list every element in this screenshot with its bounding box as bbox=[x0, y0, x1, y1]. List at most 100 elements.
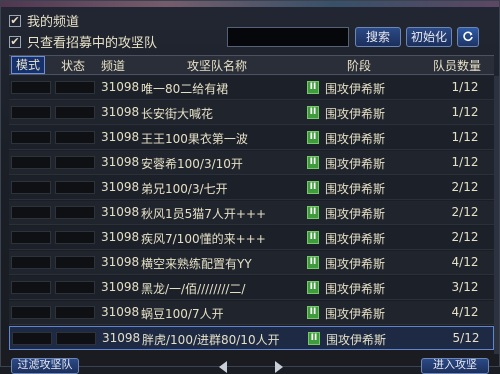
team-name-cell: 胖虎/100/进群80/10人开 bbox=[142, 333, 280, 347]
stage-tag-icon: II bbox=[307, 256, 319, 269]
table-row[interactable]: 31098 疾风7/100懂的来+++ II 围攻伊希斯 2/12 bbox=[9, 226, 494, 250]
mode-cell bbox=[11, 206, 51, 219]
stage-tag-icon: II bbox=[307, 231, 319, 244]
mode-cell bbox=[11, 81, 51, 94]
refresh-button[interactable] bbox=[457, 27, 479, 47]
my-channel-label: 我的频道 bbox=[27, 15, 80, 30]
status-cell bbox=[55, 281, 95, 294]
members-cell: 1/12 bbox=[451, 105, 479, 119]
checkmark-icon[interactable]: ✔ bbox=[9, 14, 21, 27]
join-team-button[interactable]: 进入攻坚 bbox=[421, 358, 489, 374]
channel-cell: 31098 bbox=[102, 331, 141, 345]
my-channel-filter[interactable]: ✔ 我的频道 bbox=[9, 11, 79, 30]
channel-cell: 31098 bbox=[101, 105, 140, 119]
stage-tag-icon: II bbox=[307, 156, 319, 169]
channel-cell: 31098 bbox=[101, 230, 140, 244]
table-header: 模式 状态 频道 攻坚队名称 阶段 队员数量 bbox=[9, 55, 494, 75]
members-cell: 3/12 bbox=[451, 280, 479, 294]
team-name-cell: 蜗豆100/7人开 bbox=[141, 307, 224, 321]
mode-cell bbox=[11, 256, 51, 269]
mode-cell bbox=[11, 131, 51, 144]
search-input[interactable] bbox=[227, 27, 349, 47]
column-header-members[interactable]: 队员数量 bbox=[433, 57, 481, 74]
stage-tag-icon: II bbox=[307, 206, 319, 219]
status-cell bbox=[55, 231, 95, 244]
recruiting-only-label: 只查看招募中的攻坚队 bbox=[27, 36, 158, 51]
stage-tag-icon: II bbox=[307, 131, 319, 144]
channel-cell: 31098 bbox=[101, 205, 140, 219]
table-row[interactable]: 31098 秋风1员5猫7人开+++ II 围攻伊希斯 2/12 bbox=[9, 201, 494, 225]
previous-page-icon[interactable] bbox=[219, 361, 227, 373]
members-cell: 1/12 bbox=[451, 130, 479, 144]
table-row[interactable]: 31098 安蓉希100/3/10开 II 围攻伊希斯 1/12 bbox=[9, 151, 494, 175]
team-name-cell: 横空来熟练配置有YY bbox=[141, 257, 252, 271]
channel-cell: 31098 bbox=[101, 80, 140, 94]
recruiting-only-filter[interactable]: ✔ 只查看招募中的攻坚队 bbox=[9, 32, 157, 51]
mode-cell bbox=[11, 306, 51, 319]
column-header-mode[interactable]: 模式 bbox=[11, 56, 46, 74]
initialize-button[interactable]: 初始化 bbox=[406, 27, 452, 47]
team-name-cell: 长安街大喊花 bbox=[141, 107, 214, 121]
window-title-bar bbox=[1, 1, 499, 7]
table-row[interactable]: 31098 王王100果衣第一波 II 围攻伊希斯 1/12 bbox=[9, 126, 494, 150]
mode-cell bbox=[12, 332, 52, 345]
stage-tag-icon: II bbox=[307, 106, 319, 119]
refresh-icon bbox=[463, 31, 473, 41]
table-row[interactable]: 31098 横空来熟练配置有YY II 围攻伊希斯 4/12 bbox=[9, 251, 494, 275]
status-cell bbox=[55, 181, 95, 194]
stage-cell: 围攻伊希斯 bbox=[325, 257, 386, 271]
filter-teams-button[interactable]: 过滤攻坚队 bbox=[11, 358, 79, 374]
stage-cell: 围攻伊希斯 bbox=[325, 232, 386, 246]
next-page-icon[interactable] bbox=[275, 361, 283, 373]
stage-cell: 围攻伊希斯 bbox=[325, 132, 386, 146]
members-cell: 2/12 bbox=[451, 205, 479, 219]
stage-cell: 围攻伊希斯 bbox=[325, 307, 386, 321]
team-name-cell: 安蓉希100/3/10开 bbox=[141, 157, 243, 171]
table-row[interactable]: 31098 弟兄100/3/七开 II 围攻伊希斯 2/12 bbox=[9, 176, 494, 200]
stage-cell: 围攻伊希斯 bbox=[325, 207, 386, 221]
mode-cell bbox=[11, 231, 51, 244]
table-row[interactable]: 31098 长安街大喊花 II 围攻伊希斯 1/12 bbox=[9, 101, 494, 125]
channel-cell: 31098 bbox=[101, 280, 140, 294]
stage-tag-icon: II bbox=[307, 81, 319, 94]
status-cell bbox=[55, 206, 95, 219]
stage-cell: 围攻伊希斯 bbox=[325, 157, 386, 171]
channel-cell: 31098 bbox=[101, 255, 140, 269]
members-cell: 5/12 bbox=[452, 331, 480, 345]
column-header-stage[interactable]: 阶段 bbox=[347, 57, 371, 74]
status-cell bbox=[55, 81, 95, 94]
table-row[interactable]: 31098 黑龙/一/佰////////二/II 围攻伊希斯 3/12 bbox=[9, 276, 494, 300]
raid-team-browser-window: ✔ 我的频道 ✔ 只查看招募中的攻坚队 搜索 初始化 模式 状态 频道 攻坚队名… bbox=[0, 0, 500, 374]
members-cell: 1/12 bbox=[451, 155, 479, 169]
stage-tag-icon: II bbox=[308, 332, 320, 345]
column-header-status[interactable]: 状态 bbox=[61, 57, 85, 74]
table-row[interactable]: 31098 唯一80二给有裙 II 围攻伊希斯 1/12 bbox=[9, 76, 494, 100]
mode-cell bbox=[11, 156, 51, 169]
mode-cell bbox=[11, 281, 51, 294]
members-cell: 2/12 bbox=[451, 180, 479, 194]
search-button[interactable]: 搜索 bbox=[355, 27, 401, 47]
stage-tag-icon: II bbox=[307, 306, 319, 319]
column-header-team-name[interactable]: 攻坚队名称 bbox=[187, 57, 247, 74]
channel-cell: 31098 bbox=[101, 180, 140, 194]
stage-tag-icon: II bbox=[307, 281, 319, 294]
stage-cell: 围攻伊希斯 bbox=[325, 182, 386, 196]
channel-cell: 31098 bbox=[101, 155, 140, 169]
table-row[interactable]: 31098 胖虎/100/进群80/10人开 II 围攻伊希斯 5/12 bbox=[9, 326, 494, 350]
status-cell bbox=[55, 106, 95, 119]
stage-cell: 围攻伊希斯 bbox=[325, 282, 386, 296]
status-cell bbox=[55, 306, 95, 319]
members-cell: 4/12 bbox=[451, 255, 479, 269]
table-row[interactable]: 31098 蜗豆100/7人开 II 围攻伊希斯 4/12 bbox=[9, 301, 494, 325]
column-header-channel[interactable]: 频道 bbox=[101, 57, 125, 74]
stage-tag-icon: II bbox=[307, 181, 319, 194]
members-cell: 2/12 bbox=[451, 230, 479, 244]
scrollbar[interactable] bbox=[494, 76, 499, 354]
status-cell bbox=[55, 256, 95, 269]
stage-cell: 围攻伊希斯 bbox=[325, 107, 386, 121]
status-cell bbox=[55, 131, 95, 144]
checkmark-icon[interactable]: ✔ bbox=[9, 35, 21, 48]
mode-cell bbox=[11, 106, 51, 119]
channel-cell: 31098 bbox=[101, 130, 140, 144]
channel-cell: 31098 bbox=[101, 305, 140, 319]
